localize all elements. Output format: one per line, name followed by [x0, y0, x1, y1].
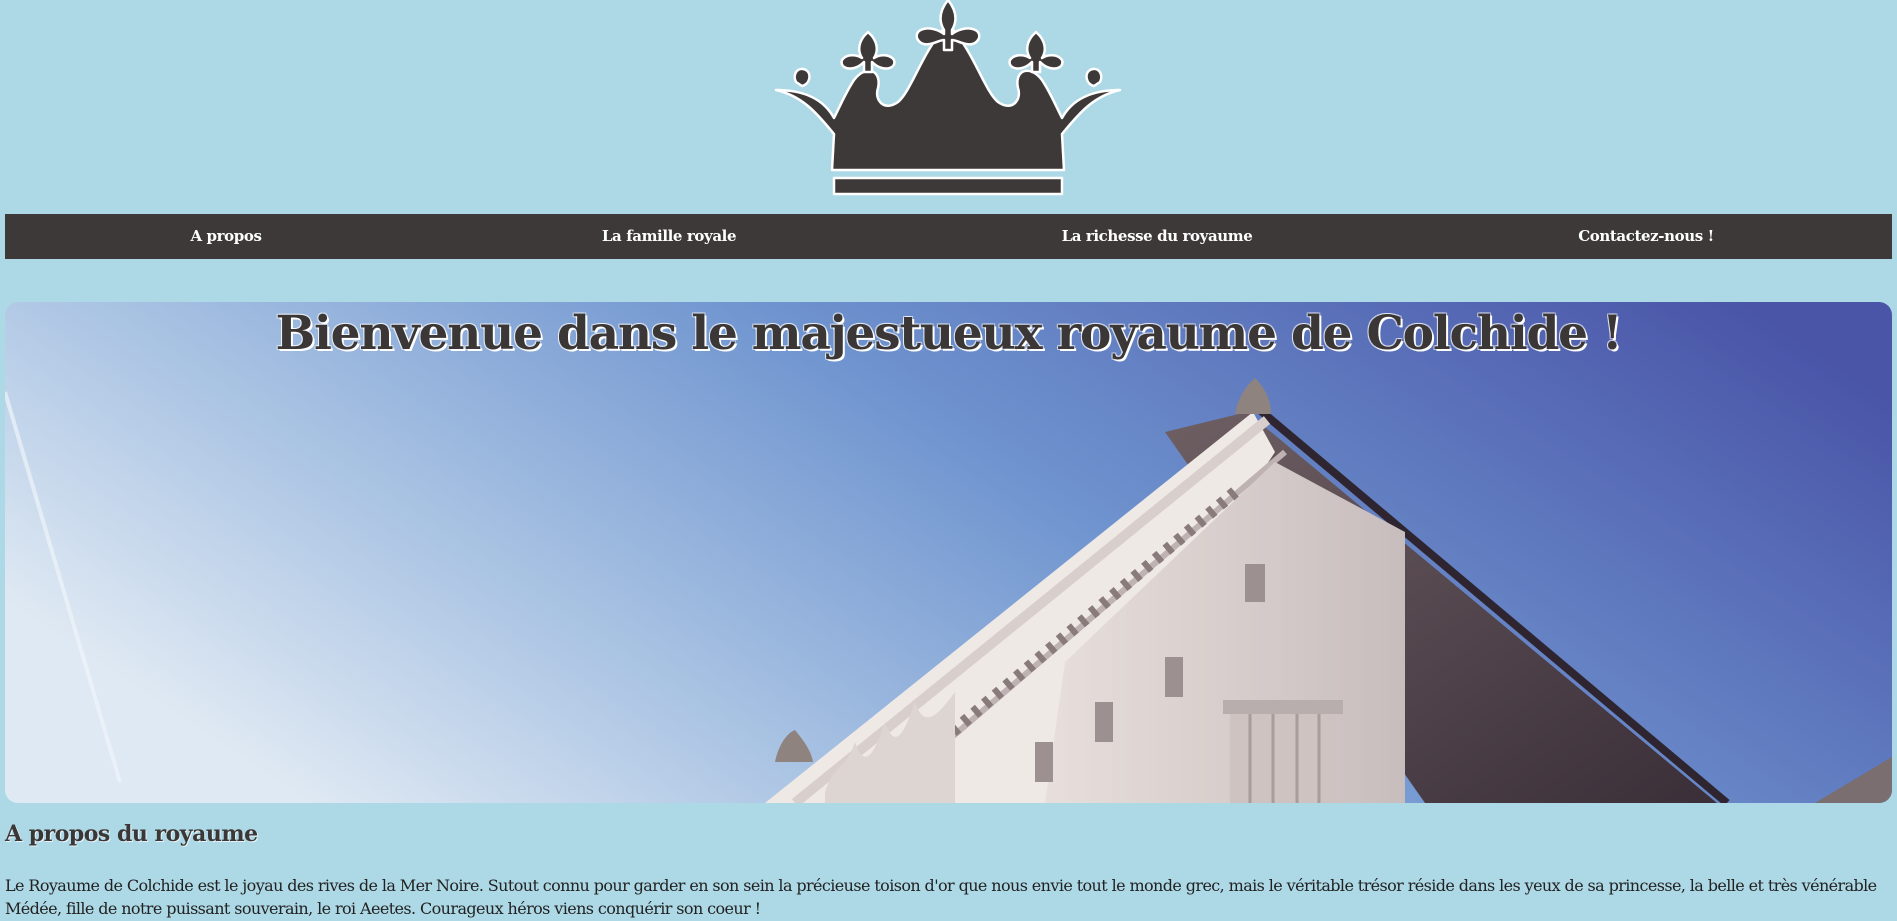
- about-section-text: Le Royaume de Colchide est le joyau des …: [5, 876, 1877, 918]
- crown-icon: [774, 0, 1122, 196]
- hero-banner: Bienvenue dans le majestueux royaume de …: [5, 302, 1892, 803]
- temple-hero-image: [5, 302, 1892, 803]
- about-section-title: A propos du royaume: [5, 821, 258, 847]
- nav-link-about[interactable]: A propos: [191, 214, 262, 259]
- main-nav: A propos La famille royale La richesse d…: [5, 214, 1892, 259]
- hero-title: Bienvenue dans le majestueux royaume de …: [275, 306, 1623, 361]
- nav-link-kingdom-wealth[interactable]: La richesse du royaume: [1062, 214, 1253, 259]
- nav-link-royal-family[interactable]: La famille royale: [602, 214, 737, 259]
- nav-link-contact[interactable]: Contactez-nous !: [1578, 214, 1714, 259]
- site-header: [0, 0, 1897, 200]
